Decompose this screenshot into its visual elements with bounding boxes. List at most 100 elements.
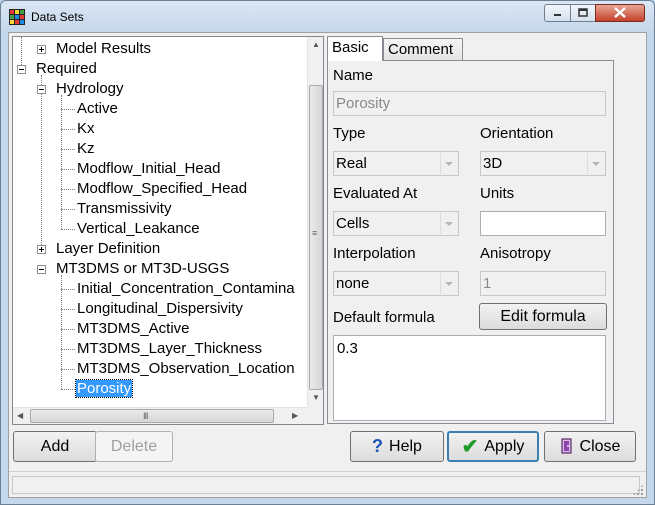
anisotropy-input[interactable]: 1 [480, 271, 606, 296]
selected-item-label: Porosity [74, 379, 134, 398]
tab-comment[interactable]: Comment [383, 38, 463, 61]
scroll-corner [307, 407, 323, 424]
scroll-up-icon[interactable]: ▲ [312, 40, 320, 49]
dropdown-arrow-icon[interactable] [440, 273, 457, 294]
tree-line [61, 209, 75, 210]
tree-line [61, 229, 75, 230]
tree-horizontal-scrollbar[interactable]: ◀ III ▶ [13, 407, 307, 424]
maximize-icon [578, 8, 588, 17]
data-sets-app-icon [9, 9, 25, 25]
name-field[interactable]: Porosity [333, 91, 606, 116]
expand-toggle-layer-definition[interactable] [37, 245, 46, 254]
tree-item-initial-concentration[interactable]: Initial_Concentration_Contamina [77, 279, 295, 299]
orientation-value: 3D [483, 155, 503, 172]
delete-button[interactable]: Delete [95, 431, 173, 462]
tree-item-model-results[interactable]: Model Results [56, 39, 151, 59]
tree-item-active[interactable]: Active [77, 99, 118, 119]
tab-basic[interactable]: Basic [327, 36, 383, 61]
minimize-icon [554, 14, 561, 16]
tree-vertical-scrollbar[interactable]: ▲ ≡ ▼ [307, 37, 323, 407]
checkmark-icon: ✔ [461, 436, 479, 458]
window-title: Data Sets [31, 10, 84, 24]
tree-line [61, 129, 75, 130]
type-combo[interactable]: Real [333, 151, 459, 176]
dropdown-arrow-icon[interactable] [440, 153, 457, 174]
interpolation-label: Interpolation [333, 245, 416, 262]
anisotropy-label: Anisotropy [480, 245, 551, 262]
collapse-toggle-required[interactable] [17, 65, 26, 74]
tree-item-transmissivity[interactable]: Transmissivity [77, 199, 171, 219]
tree-line [61, 369, 75, 370]
edit-formula-button[interactable]: Edit formula [479, 303, 607, 330]
default-formula-memo[interactable]: 0.3 [333, 335, 606, 421]
help-button[interactable]: ? Help [350, 431, 444, 462]
tree-line [61, 189, 75, 190]
close-x-icon [614, 7, 626, 18]
tree-item-porosity[interactable]: Porosity [74, 379, 134, 399]
apply-button[interactable]: ✔ Apply [447, 431, 539, 462]
scroll-left-icon[interactable]: ◀ [17, 411, 23, 420]
tree-line [61, 109, 75, 110]
dropdown-arrow-icon[interactable] [587, 153, 604, 174]
collapse-toggle-mt3dms[interactable] [37, 265, 46, 274]
interpolation-value: none [336, 275, 370, 292]
horizontal-scroll-thumb[interactable]: III [30, 409, 274, 423]
tree-line [61, 169, 75, 170]
close-button-label: Close [579, 438, 621, 455]
close-window-button[interactable] [595, 4, 645, 22]
default-formula-label: Default formula [333, 309, 435, 326]
tree-line [61, 149, 75, 150]
minimize-button[interactable] [544, 4, 571, 22]
data-sets-tree[interactable]: Model Results Required Hydrology Active … [12, 36, 324, 425]
question-mark-icon: ? [372, 436, 384, 456]
name-label: Name [333, 67, 374, 84]
tree-item-mt3dms-observation-location[interactable]: MT3DMS_Observation_Location [77, 359, 295, 379]
dropdown-arrow-icon[interactable] [440, 213, 457, 234]
type-value: Real [336, 155, 367, 172]
maximize-button[interactable] [570, 4, 596, 22]
tree-line [61, 309, 75, 310]
tree-item-kz[interactable]: Kz [77, 139, 95, 159]
collapse-toggle-hydrology[interactable] [37, 85, 46, 94]
tree-item-longitudinal-dispersivity[interactable]: Longitudinal_Dispersivity [77, 299, 243, 319]
status-panel [12, 476, 640, 494]
evaluated-at-combo[interactable]: Cells [333, 211, 459, 236]
scroll-right-icon[interactable]: ▶ [292, 411, 298, 420]
tree-item-layer-definition[interactable]: Layer Definition [56, 239, 160, 259]
data-sets-window: Data Sets Model Results Required Hydrolo… [0, 0, 655, 505]
vertical-scroll-thumb[interactable]: ≡ [309, 85, 323, 390]
tree-line [61, 329, 75, 330]
scroll-grip-icon: III [143, 411, 148, 421]
type-label: Type [333, 125, 366, 142]
tree-line [41, 75, 42, 249]
evaluated-at-label: Evaluated At [333, 185, 418, 202]
help-button-label: Help [389, 438, 422, 455]
tree-item-required[interactable]: Required [36, 59, 97, 79]
tree-line [61, 349, 75, 350]
apply-button-label: Apply [484, 438, 525, 455]
tree-item-hydrology[interactable]: Hydrology [56, 79, 124, 99]
tree-item-modflow-specified-head[interactable]: Modflow_Specified_Head [77, 179, 247, 199]
status-bar [9, 471, 646, 498]
door-exit-icon [560, 438, 572, 454]
tree-item-mt3dms[interactable]: MT3DMS or MT3D-USGS [56, 259, 229, 279]
scroll-down-icon[interactable]: ▼ [312, 393, 320, 402]
orientation-combo[interactable]: 3D [480, 151, 606, 176]
close-button[interactable]: Close [544, 431, 636, 462]
expand-toggle-model-results[interactable] [37, 45, 46, 54]
tree-item-vertical-leakance[interactable]: Vertical_Leakance [77, 219, 200, 239]
tree-item-mt3dms-layer-thickness[interactable]: MT3DMS_Layer_Thickness [77, 339, 262, 359]
interpolation-combo[interactable]: none [333, 271, 459, 296]
tree-line [61, 389, 75, 390]
tree-line [61, 289, 75, 290]
add-button[interactable]: Add [13, 431, 97, 462]
tree-item-modflow-initial-head[interactable]: Modflow_Initial_Head [77, 159, 220, 179]
units-label: Units [480, 185, 515, 202]
title-bar[interactable]: Data Sets [1, 1, 654, 33]
evaluated-at-value: Cells [336, 215, 370, 232]
orientation-label: Orientation [480, 125, 554, 142]
tree-item-kx[interactable]: Kx [77, 119, 95, 139]
units-input[interactable] [480, 211, 606, 236]
tree-item-mt3dms-active[interactable]: MT3DMS_Active [77, 319, 190, 339]
tree-line [61, 275, 62, 389]
